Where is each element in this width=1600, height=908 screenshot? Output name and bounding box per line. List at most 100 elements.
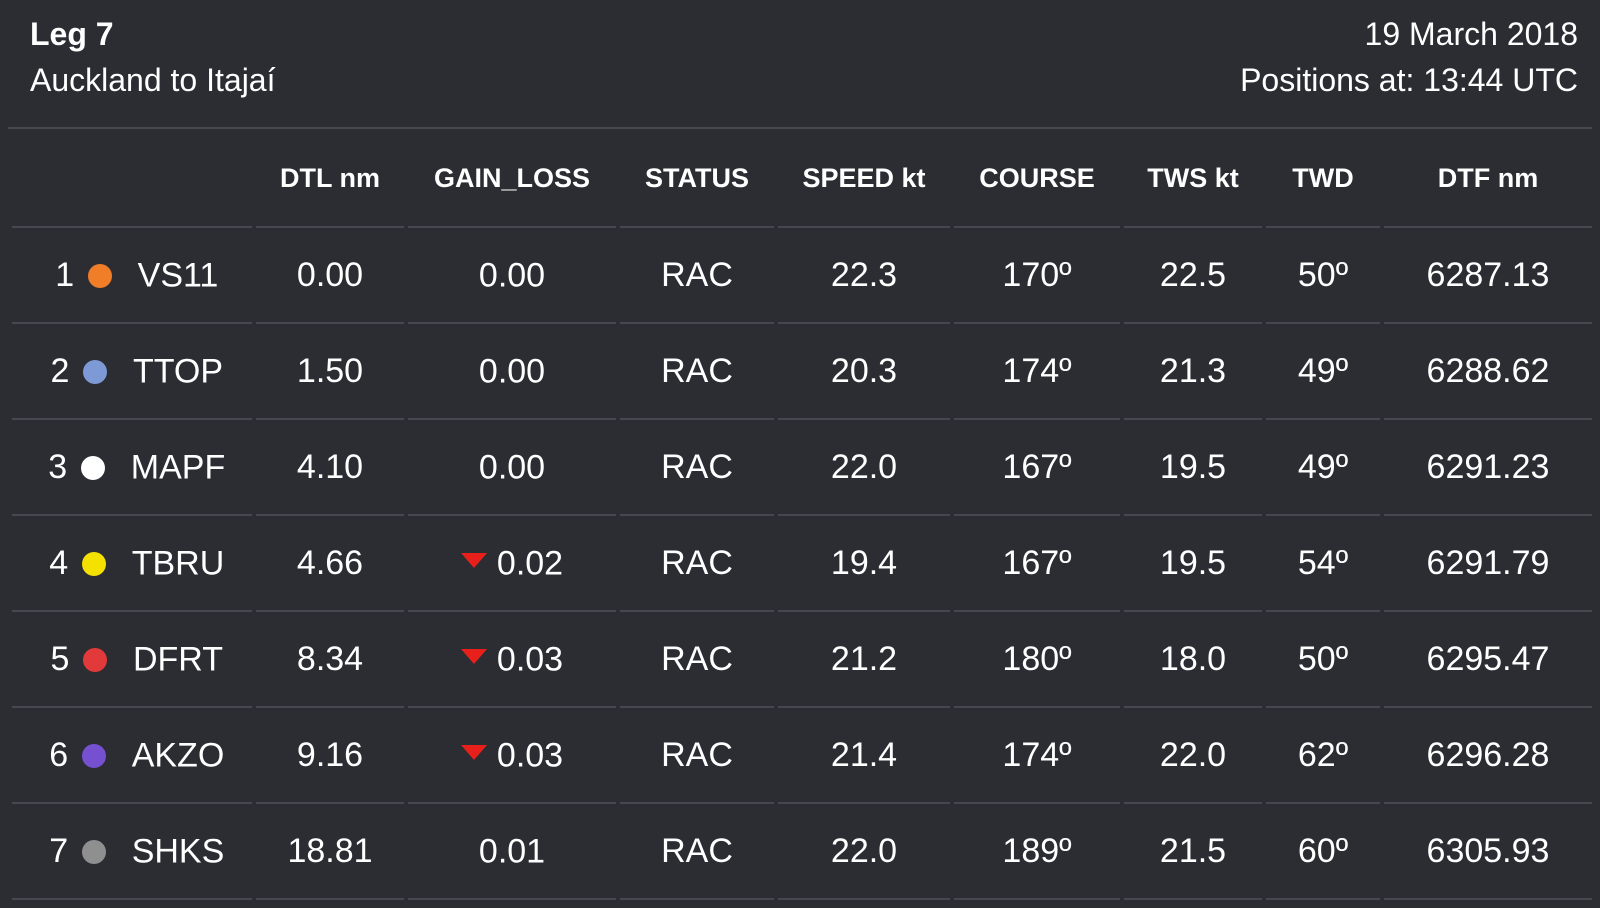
boat-name[interactable]: TBRU — [132, 544, 225, 582]
dtl-value: 8.34 — [256, 612, 404, 708]
leaderboard-header: Leg 7 Auckland to Itajaí 19 March 2018 P… — [0, 0, 1600, 128]
boat-color-dot-icon — [81, 551, 106, 576]
table-row[interactable]: 1 VS11 0.00 0.00 RAC 22.3 170º 22.5 50º 6287.13 — [12, 228, 1592, 324]
course-value: 189º — [954, 804, 1120, 900]
boat-cell: 3 MAPF — [12, 420, 252, 516]
boat-cell: 2 TTOP — [12, 324, 252, 420]
speed-value: 22.0 — [778, 804, 950, 900]
tws-value: 22.5 — [1124, 228, 1262, 324]
dtf-value: 6287.13 — [1384, 228, 1592, 324]
dtl-value: 4.66 — [256, 516, 404, 612]
dtf-value: 6291.23 — [1384, 420, 1592, 516]
leaderboard-rows: 1 VS11 0.00 0.00 RAC 22.3 170º 22.5 50º 6287.13 2 T… — [12, 228, 1592, 900]
gain-loss-cell: 0.00 — [408, 420, 616, 516]
boat-name[interactable]: SHKS — [132, 832, 225, 870]
dtf-value: 6291.79 — [1384, 516, 1592, 612]
dtl-value: 9.16 — [256, 708, 404, 804]
table-row[interactable]: 3 MAPF 4.10 0.00 RAC 22.0 167º 19.5 49º 6291.23 — [12, 420, 1592, 516]
down-triangle-icon — [460, 649, 487, 665]
status-value: RAC — [620, 420, 774, 516]
column-header-twd[interactable]: TWD — [1266, 130, 1380, 228]
dtf-value: 6305.93 — [1384, 804, 1592, 900]
column-header-dtl[interactable]: DTL nm — [256, 130, 404, 228]
boat-color-dot-icon — [80, 455, 105, 480]
table-header-row: DTL nm GAIN_LOSS STATUS SPEED kt COURSE … — [12, 130, 1592, 228]
rank-number: 1 — [55, 256, 75, 295]
tws-value: 21.5 — [1124, 804, 1262, 900]
dtl-value: 1.50 — [256, 324, 404, 420]
rank-number: 4 — [49, 544, 69, 583]
table-row[interactable]: 6 AKZO 9.16 0.03 RAC 21.4 174º 22.0 62º 6296.28 — [12, 708, 1592, 804]
table-row[interactable]: 5 DFRT 8.34 0.03 RAC 21.2 180º 18.0 50º 6295.47 — [12, 612, 1592, 708]
status-value: RAC — [620, 516, 774, 612]
gain-loss-cell: 0.03 — [408, 612, 616, 708]
boat-name[interactable]: MAPF — [131, 448, 225, 486]
gain-loss-cell: 0.00 — [408, 324, 616, 420]
course-value: 180º — [954, 612, 1120, 708]
column-header-dtf[interactable]: DTF nm — [1384, 130, 1592, 228]
boat-cell: 1 VS11 — [12, 228, 252, 324]
dtl-value: 4.10 — [256, 420, 404, 516]
course-value: 167º — [954, 516, 1120, 612]
column-header-gain-loss[interactable]: GAIN_LOSS — [408, 130, 616, 228]
boat-color-dot-icon — [81, 839, 106, 864]
boat-name[interactable]: VS11 — [138, 256, 219, 294]
twd-value: 60º — [1266, 804, 1380, 900]
tws-value: 19.5 — [1124, 420, 1262, 516]
course-value: 174º — [954, 324, 1120, 420]
course-value: 170º — [954, 228, 1120, 324]
dtl-value: 0.00 — [256, 228, 404, 324]
status-value: RAC — [620, 804, 774, 900]
boat-name[interactable]: DFRT — [133, 640, 223, 678]
boat-name[interactable]: AKZO — [132, 736, 225, 774]
column-header-status[interactable]: STATUS — [620, 130, 774, 228]
status-value: RAC — [620, 708, 774, 804]
gain-loss-value: 0.00 — [478, 448, 546, 487]
dtf-value: 6288.62 — [1384, 324, 1592, 420]
column-header-course[interactable]: COURSE — [954, 130, 1120, 228]
leaderboard-panel: Leg 7 Auckland to Itajaí 19 March 2018 P… — [0, 0, 1600, 908]
column-header-boat — [12, 130, 252, 228]
leaderboard-table: DTL nm GAIN_LOSS STATUS SPEED kt COURSE … — [8, 130, 1596, 900]
dtf-value: 6295.47 — [1384, 612, 1592, 708]
tws-value: 21.3 — [1124, 324, 1262, 420]
gain-loss-value: 0.02 — [496, 544, 564, 583]
table-row[interactable]: 7 SHKS 18.81 0.01 RAC 22.0 189º 21.5 60º 6305.93 — [12, 804, 1592, 900]
boat-cell: 4 TBRU — [12, 516, 252, 612]
boat-color-dot-icon — [87, 263, 112, 288]
dtf-value: 6296.28 — [1384, 708, 1592, 804]
boat-color-dot-icon — [81, 743, 106, 768]
column-header-speed[interactable]: SPEED kt — [778, 130, 950, 228]
status-value: RAC — [620, 324, 774, 420]
gain-loss-value: 0.03 — [496, 640, 564, 679]
gain-loss-value: 0.00 — [478, 352, 546, 391]
dtl-value: 18.81 — [256, 804, 404, 900]
gain-loss-cell: 0.03 — [408, 708, 616, 804]
status-value: RAC — [620, 612, 774, 708]
course-value: 167º — [954, 420, 1120, 516]
rank-number: 3 — [48, 448, 68, 487]
table-row[interactable]: 4 TBRU 4.66 0.02 RAC 19.4 167º 19.5 54º 6291.79 — [12, 516, 1592, 612]
header-divider — [8, 127, 1592, 129]
speed-value: 21.4 — [778, 708, 950, 804]
twd-value: 54º — [1266, 516, 1380, 612]
report-date: 19 March 2018 — [1364, 16, 1578, 52]
rank-number: 2 — [50, 352, 70, 391]
leg-route: Auckland to Itajaí — [30, 62, 276, 98]
speed-value: 21.2 — [778, 612, 950, 708]
twd-value: 50º — [1266, 612, 1380, 708]
twd-value: 50º — [1266, 228, 1380, 324]
twd-value: 62º — [1266, 708, 1380, 804]
gain-loss-cell: 0.00 — [408, 228, 616, 324]
speed-value: 22.3 — [778, 228, 950, 324]
table-row[interactable]: 2 TTOP 1.50 0.00 RAC 20.3 174º 21.3 49º 6288.62 — [12, 324, 1592, 420]
gain-loss-value: 0.03 — [496, 736, 564, 775]
boat-name[interactable]: TTOP — [133, 352, 223, 390]
speed-value: 19.4 — [778, 516, 950, 612]
positions-timestamp: Positions at: 13:44 UTC — [1240, 62, 1578, 98]
boat-color-dot-icon — [82, 359, 107, 384]
gain-loss-cell: 0.02 — [408, 516, 616, 612]
twd-value: 49º — [1266, 420, 1380, 516]
status-value: RAC — [620, 228, 774, 324]
column-header-tws[interactable]: TWS kt — [1124, 130, 1262, 228]
